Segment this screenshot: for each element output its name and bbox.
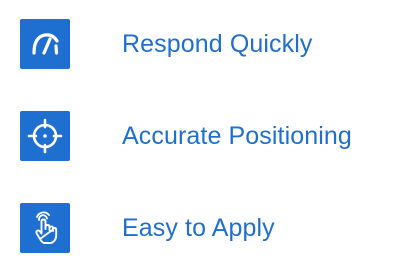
crosshair-icon bbox=[20, 111, 70, 161]
tap-hand-icon bbox=[20, 203, 70, 253]
feature-accurate-positioning: Accurate Positioning bbox=[20, 111, 352, 161]
feature-list: Respond Quickly Accurate Positioning Eas… bbox=[0, 0, 413, 274]
feature-easy-to-apply: Easy to Apply bbox=[20, 203, 275, 253]
speedometer-icon bbox=[20, 19, 70, 69]
feature-label: Easy to Apply bbox=[122, 213, 275, 242]
feature-respond-quickly: Respond Quickly bbox=[20, 19, 312, 69]
feature-label: Respond Quickly bbox=[122, 29, 313, 58]
feature-label: Accurate Positioning bbox=[122, 121, 352, 150]
